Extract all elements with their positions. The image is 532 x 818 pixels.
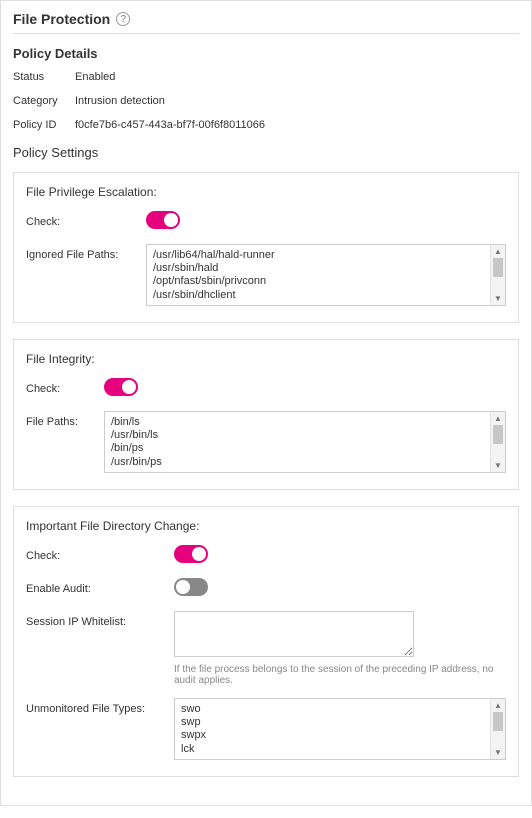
escalation-title: File Privilege Escalation: — [26, 185, 506, 199]
list-item[interactable]: /bin/ls — [111, 416, 484, 429]
scroll-thumb[interactable] — [493, 258, 503, 277]
list-item[interactable]: swpx — [181, 729, 484, 742]
list-item[interactable]: /usr/sbin/dhclient — [153, 289, 484, 302]
list-item[interactable]: /usr/bin/ps — [111, 456, 484, 469]
settings-section: Policy Settings File Privilege Escalatio… — [13, 145, 519, 777]
escalation-check-row: Check: — [26, 211, 506, 232]
scroll-track[interactable] — [491, 258, 505, 292]
scroll-up-icon[interactable]: ▲ — [491, 699, 505, 712]
scroll-track[interactable] — [491, 712, 505, 746]
list-item[interactable]: /usr/sbin/hald — [153, 262, 484, 275]
dirchange-types-label: Unmonitored File Types: — [26, 698, 174, 715]
dirchange-types-content[interactable]: swo swp swpx lck — [175, 699, 490, 759]
integrity-paths-content[interactable]: /bin/ls /usr/bin/ls /bin/ps /usr/bin/ps — [105, 412, 490, 472]
divider — [13, 33, 519, 34]
escalation-ignored-label: Ignored File Paths: — [26, 244, 146, 261]
list-item[interactable]: swp — [181, 716, 484, 729]
page: File Protection ? Policy Details Status … — [0, 0, 532, 806]
policy-id-value: f0cfe7b6-c457-443a-bf7f-00f6f8011066 — [75, 119, 265, 131]
integrity-check-row: Check: — [26, 378, 506, 399]
status-value: Enabled — [75, 71, 115, 83]
list-item[interactable]: /opt/nfast/sbin/privconn — [153, 275, 484, 288]
scroll-thumb[interactable] — [493, 712, 503, 731]
panel-escalation: File Privilege Escalation: Check: Ignore… — [13, 172, 519, 323]
integrity-check-toggle[interactable] — [104, 378, 138, 396]
dirchange-title: Important File Directory Change: — [26, 519, 506, 533]
escalation-ignored-row: Ignored File Paths: /usr/lib64/hal/hald-… — [26, 244, 506, 306]
detail-row-category: Category Intrusion detection — [13, 95, 519, 107]
page-title: File Protection — [13, 11, 110, 27]
integrity-paths-row: File Paths: /bin/ls /usr/bin/ls /bin/ps … — [26, 411, 506, 473]
list-item[interactable]: swo — [181, 703, 484, 716]
scrollbar[interactable]: ▲ ▼ — [490, 245, 505, 305]
scroll-down-icon[interactable]: ▼ — [491, 746, 505, 759]
dirchange-types-row: Unmonitored File Types: swo swp swpx lck… — [26, 698, 506, 760]
list-item[interactable]: lck — [181, 743, 484, 756]
panel-dirchange: Important File Directory Change: Check: … — [13, 506, 519, 777]
category-label: Category — [13, 95, 75, 107]
escalation-ignored-content[interactable]: /usr/lib64/hal/hald-runner /usr/sbin/hal… — [147, 245, 490, 305]
dirchange-whitelist-row: Session IP Whitelist: If the file proces… — [26, 611, 506, 686]
detail-row-status: Status Enabled — [13, 71, 519, 83]
scroll-up-icon[interactable]: ▲ — [491, 245, 505, 258]
dirchange-audit-toggle[interactable] — [174, 578, 208, 596]
dirchange-check-label: Check: — [26, 545, 174, 562]
integrity-paths-label: File Paths: — [26, 411, 104, 428]
dirchange-whitelist-label: Session IP Whitelist: — [26, 611, 174, 628]
integrity-check-label: Check: — [26, 378, 104, 395]
integrity-title: File Integrity: — [26, 352, 506, 366]
escalation-ignored-listbox[interactable]: /usr/lib64/hal/hald-runner /usr/sbin/hal… — [146, 244, 506, 306]
help-icon[interactable]: ? — [116, 12, 130, 26]
category-value: Intrusion detection — [75, 95, 165, 107]
list-item[interactable]: /usr/bin/ls — [111, 429, 484, 442]
integrity-paths-listbox[interactable]: /bin/ls /usr/bin/ls /bin/ps /usr/bin/ps … — [104, 411, 506, 473]
whitelist-hint: If the file process belongs to the sessi… — [174, 664, 506, 686]
scroll-thumb[interactable] — [493, 425, 503, 444]
page-title-row: File Protection ? — [13, 11, 519, 27]
scroll-down-icon[interactable]: ▼ — [491, 292, 505, 305]
panel-integrity: File Integrity: Check: File Paths: /bin/… — [13, 339, 519, 490]
dirchange-check-row: Check: — [26, 545, 506, 566]
escalation-check-label: Check: — [26, 211, 146, 228]
policy-id-label: Policy ID — [13, 119, 75, 131]
list-item[interactable]: /usr/lib64/hal/hald-runner — [153, 249, 484, 262]
settings-section-title: Policy Settings — [13, 145, 519, 160]
scrollbar[interactable]: ▲ ▼ — [490, 699, 505, 759]
detail-row-policy-id: Policy ID f0cfe7b6-c457-443a-bf7f-00f6f8… — [13, 119, 519, 131]
status-label: Status — [13, 71, 75, 83]
dirchange-types-listbox[interactable]: swo swp swpx lck ▲ ▼ — [174, 698, 506, 760]
escalation-check-toggle[interactable] — [146, 211, 180, 229]
dirchange-audit-label: Enable Audit: — [26, 578, 174, 595]
scroll-up-icon[interactable]: ▲ — [491, 412, 505, 425]
scrollbar[interactable]: ▲ ▼ — [490, 412, 505, 472]
scroll-track[interactable] — [491, 425, 505, 459]
list-item[interactable]: /bin/ps — [111, 442, 484, 455]
dirchange-check-toggle[interactable] — [174, 545, 208, 563]
scroll-down-icon[interactable]: ▼ — [491, 459, 505, 472]
session-ip-whitelist-input[interactable] — [174, 611, 414, 657]
dirchange-audit-row: Enable Audit: — [26, 578, 506, 599]
details-section-title: Policy Details — [13, 46, 519, 61]
